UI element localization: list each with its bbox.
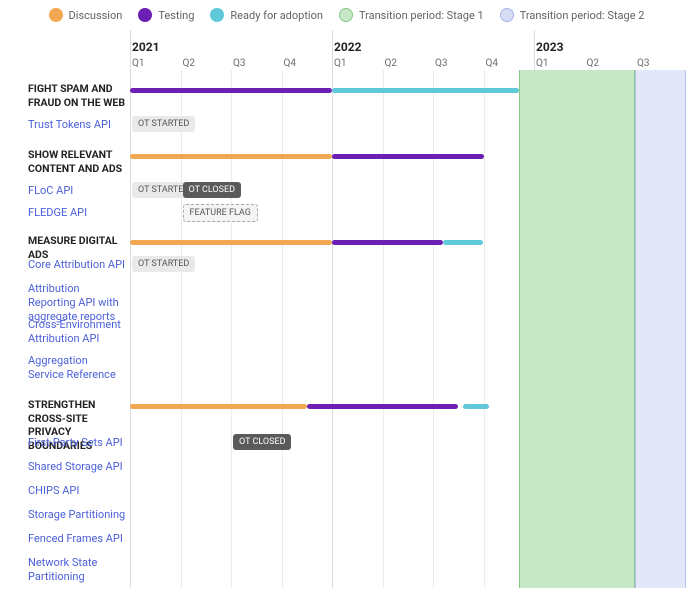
quarter-label: Q4 (486, 58, 499, 69)
timeline-bar (332, 154, 484, 159)
milestone-tag: OT CLOSED (183, 182, 241, 198)
quarter-label: Q3 (435, 58, 448, 69)
api-link[interactable]: Aggregation Service Reference (28, 354, 130, 382)
quarter-label: Q1 (536, 58, 549, 69)
legend-swatch (339, 8, 353, 22)
legend-label: Testing (158, 9, 194, 22)
year-label: 2022 (334, 40, 362, 54)
transition-phase (635, 70, 686, 588)
api-link[interactable]: FLoC API (28, 184, 77, 198)
quarter-label: Q2 (385, 58, 398, 69)
transition-phase (519, 70, 635, 588)
milestone-tag: OT CLOSED (233, 434, 291, 450)
timeline-bar (130, 240, 332, 245)
legend-label: Discussion (69, 9, 123, 22)
quarter-label: Q2 (183, 58, 196, 69)
milestone-tag: FEATURE FLAG (183, 204, 258, 222)
timeline-bar (130, 404, 307, 409)
legend-label: Transition period: Stage 1 (359, 9, 484, 22)
api-link[interactable]: Network State Partitioning (28, 556, 130, 584)
quarter-label: Q4 (284, 58, 297, 69)
gridline (383, 70, 384, 588)
legend: Discussion Testing Ready for adoption Trans… (0, 0, 693, 28)
timeline-bar (443, 240, 483, 245)
quarter-label: Q1 (132, 58, 145, 69)
api-link[interactable]: Storage Partitioning (28, 508, 129, 522)
timeline-bar (130, 154, 332, 159)
section-heading: FIGHT SPAM AND FRAUD ON THE WEB (28, 82, 130, 109)
year-label: 2021 (132, 40, 160, 54)
gridline (231, 70, 232, 588)
legend-item: Testing (138, 8, 194, 22)
timeline-bar (463, 404, 488, 409)
legend-item: Transition period: Stage 2 (500, 8, 645, 22)
timeline-chart: FIGHT SPAM AND FRAUD ON THE WEB Trust Tok… (0, 28, 693, 588)
year-label: 2023 (536, 40, 564, 54)
quarter-label: Q2 (587, 58, 600, 69)
legend-swatch (500, 8, 514, 22)
api-link[interactable]: FLEDGE API (28, 206, 91, 220)
year-divider (332, 30, 333, 588)
legend-item: Discussion (49, 8, 123, 22)
api-link[interactable]: Shared Storage API (28, 460, 127, 474)
timeline-bar (307, 404, 459, 409)
legend-item: Ready for adoption (210, 8, 323, 22)
quarter-label: Q3 (233, 58, 246, 69)
legend-label: Ready for adoption (230, 9, 323, 22)
api-link[interactable]: Cross-Environment Attribution API (28, 318, 130, 346)
gridline (484, 70, 485, 588)
gridline (282, 70, 283, 588)
gridline (181, 70, 182, 588)
gridline (433, 70, 434, 588)
api-link[interactable]: Trust Tokens API (28, 118, 115, 132)
api-link[interactable]: CHIPS API (28, 484, 83, 498)
legend-label: Transition period: Stage 2 (520, 9, 645, 22)
timeline-bar (130, 88, 332, 93)
timeline-area: Q1 Q2 Q3 Q4 Q1 Q2 Q3 Q4 Q1 Q2 Q3 2021 2022 2023 OT STA… (130, 28, 686, 588)
milestone-tag: OT STARTED (132, 116, 195, 132)
timeline-bar (332, 88, 519, 93)
legend-swatch (138, 8, 152, 22)
milestone-tag: OT STARTED (132, 256, 195, 272)
quarter-label: Q3 (637, 58, 650, 69)
legend-swatch (49, 8, 63, 22)
api-link[interactable]: First-Party Sets API (28, 436, 127, 450)
api-link[interactable]: Core Attribution API (28, 258, 129, 272)
legend-item: Transition period: Stage 1 (339, 8, 484, 22)
api-link[interactable]: Fenced Frames API (28, 532, 127, 546)
quarter-label: Q1 (334, 58, 347, 69)
legend-swatch (210, 8, 224, 22)
section-heading: SHOW RELEVANT CONTENT AND ADS (28, 148, 130, 175)
timeline-bar (332, 240, 443, 245)
year-divider (130, 30, 131, 588)
label-column: FIGHT SPAM AND FRAUD ON THE WEB Trust Tok… (0, 28, 130, 588)
